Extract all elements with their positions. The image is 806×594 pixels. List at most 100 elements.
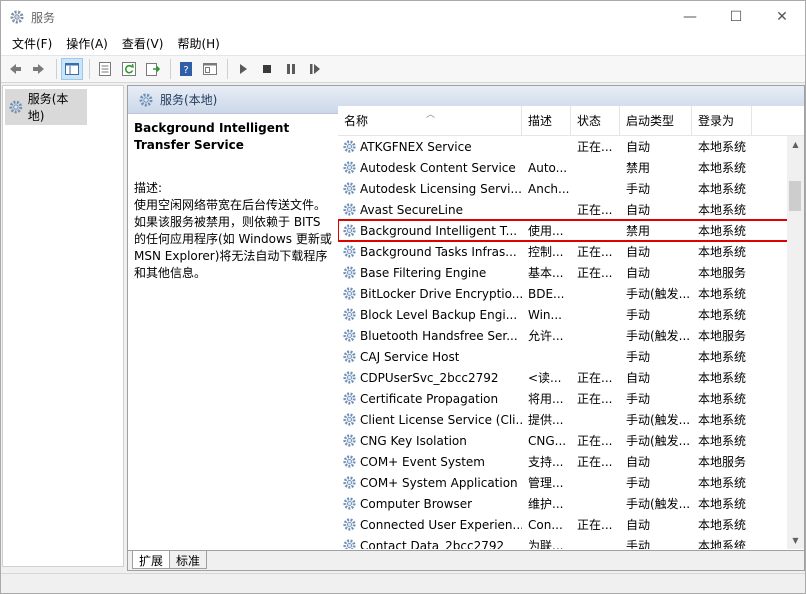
back-button[interactable] xyxy=(4,58,26,80)
service-description: 为联... xyxy=(528,539,564,549)
service-row[interactable]: CAJ Service Host 手动 本地系统 xyxy=(338,346,798,367)
toolbar-separator xyxy=(56,59,57,79)
service-row[interactable]: Block Level Backup Engi... Win... 手动 本地系统 xyxy=(338,304,798,325)
service-row[interactable]: COM+ System Application 管理... 手动 本地系统 xyxy=(338,472,798,493)
service-name: CNG Key Isolation xyxy=(360,433,467,448)
forward-button[interactable] xyxy=(28,58,50,80)
service-row[interactable]: ATKGFNEX Service 正在... 自动 本地系统 xyxy=(338,136,798,157)
menu-action[interactable]: 操作(A) xyxy=(59,33,115,55)
service-name-cell: Background Intelligent T... xyxy=(338,223,522,238)
service-description-panel: Background Intelligent Transfer Service … xyxy=(134,120,336,282)
maximize-button[interactable]: ☐ xyxy=(713,1,759,33)
service-gear-icon xyxy=(342,496,357,511)
service-status: 正在... xyxy=(577,455,613,469)
svg-text:?: ? xyxy=(183,65,188,76)
vertical-scrollbar[interactable]: ▲ ▼ xyxy=(787,136,804,549)
minimize-button[interactable]: — xyxy=(667,1,713,33)
service-name: Autodesk Licensing Servi... xyxy=(360,181,522,196)
column-header-description[interactable]: 描述 xyxy=(522,106,571,135)
stop-service-button[interactable] xyxy=(256,58,278,80)
close-button[interactable]: ✕ xyxy=(759,1,805,33)
refresh-button[interactable] xyxy=(118,58,140,80)
service-status: 正在... xyxy=(577,518,613,532)
service-row[interactable]: Contact Data_2bcc2792 为联... 手动 本地系统 xyxy=(338,535,798,549)
menu-view[interactable]: 查看(V) xyxy=(115,33,171,55)
column-header-startup-type[interactable]: 启动类型 xyxy=(620,106,692,135)
service-startup-type: 手动 xyxy=(626,350,651,364)
column-header-status[interactable]: 状态 xyxy=(571,106,620,135)
service-row[interactable]: Background Intelligent T... 使用... 禁用 本地系统 xyxy=(338,219,799,242)
service-name-cell: Autodesk Licensing Servi... xyxy=(338,181,522,196)
service-gear-icon xyxy=(342,433,357,448)
scrollbar-thumb[interactable] xyxy=(789,181,801,211)
service-row[interactable]: Connected User Experien... Con... 正在... 自动 本… xyxy=(338,514,798,535)
show-console-tree-button[interactable] xyxy=(61,58,83,80)
help-button[interactable]: ? xyxy=(175,58,197,80)
selected-service-title: Background Intelligent Transfer Service xyxy=(134,121,290,152)
window-controls: — ☐ ✕ xyxy=(667,1,805,33)
service-row[interactable]: Avast SecureLine 正在... 自动 本地系统 xyxy=(338,199,798,220)
service-description: 将用... xyxy=(528,392,564,406)
service-row[interactable]: Autodesk Content Service Auto... 禁用 本地系统 xyxy=(338,157,798,178)
forward-arrow-icon xyxy=(33,64,44,74)
service-row[interactable]: Bluetooth Handsfree Ser... 允许... 手动(触发... 本… xyxy=(338,325,798,346)
service-logon-as: 本地服务 xyxy=(698,266,747,280)
service-startup-type: 手动(触发... xyxy=(626,434,691,448)
export-list-icon xyxy=(146,63,161,76)
export-list-button[interactable] xyxy=(142,58,164,80)
service-gear-icon xyxy=(342,307,357,322)
service-logon-as: 本地系统 xyxy=(698,182,747,196)
column-header-logon-as[interactable]: 登录为 xyxy=(692,106,752,135)
list-header: ︿ 名称 描述 状态 启动类型 登录为 xyxy=(338,106,804,136)
service-gear-icon xyxy=(342,244,357,259)
service-row[interactable]: Computer Browser 维护... 手动(触发... 本地系统 xyxy=(338,493,798,514)
service-row[interactable]: COM+ Event System 支持... 正在... 自动 本地服务 xyxy=(338,451,798,472)
service-row[interactable]: CDPUserSvc_2bcc2792 <读... 正在... 自动 本地系统 xyxy=(338,367,798,388)
service-row[interactable]: Certificate Propagation 将用... 正在... 手动 本地系统 xyxy=(338,388,798,409)
service-status: 正在... xyxy=(577,203,613,217)
tab-standard[interactable]: 标准 xyxy=(169,551,208,569)
service-gear-icon xyxy=(342,412,357,427)
help-icon: ? xyxy=(180,62,192,76)
service-name: ATKGFNEX Service xyxy=(360,139,472,154)
description-text: 使用空闲网络带宽在后台传送文件。如果该服务被禁用，则依赖于 BITS 的任何应用… xyxy=(134,198,332,280)
service-row[interactable]: Client License Service (Cli... 提供... 手动(触发… xyxy=(338,409,798,430)
service-name: Avast SecureLine xyxy=(360,202,463,217)
service-name-cell: BitLocker Drive Encryptio... xyxy=(338,286,522,301)
service-name-cell: Contact Data_2bcc2792 xyxy=(338,538,522,549)
service-row[interactable]: Autodesk Licensing Servi... Anch... 手动 本地系统 xyxy=(338,178,798,199)
service-row[interactable]: Background Tasks Infras... 控制... 正在... 自动 本地… xyxy=(338,241,798,262)
menu-help[interactable]: 帮助(H) xyxy=(170,33,226,55)
console-tree: 服务(本地) xyxy=(2,85,124,567)
service-row[interactable]: Base Filtering Engine 基本... 正在... 自动 本地服务 xyxy=(338,262,798,283)
service-status: 正在... xyxy=(577,140,613,154)
service-logon-as: 本地系统 xyxy=(698,140,747,154)
tab-extended[interactable]: 扩展 xyxy=(132,551,171,569)
properties-button[interactable] xyxy=(94,58,116,80)
pause-service-button[interactable] xyxy=(280,58,302,80)
service-name-cell: Block Level Backup Engi... xyxy=(338,307,522,322)
service-logon-as: 本地系统 xyxy=(698,413,747,427)
service-name-cell: COM+ System Application xyxy=(338,475,522,490)
service-description: <读... xyxy=(528,371,562,385)
menu-file[interactable]: 文件(F) xyxy=(5,33,59,55)
service-logon-as: 本地系统 xyxy=(698,224,747,238)
tree-item-services-local[interactable]: 服务(本地) xyxy=(5,89,87,125)
service-row[interactable]: BitLocker Drive Encryptio... BDE... 手动(触发.… xyxy=(338,283,798,304)
service-startup-type: 自动 xyxy=(626,455,651,469)
service-description: 管理... xyxy=(528,476,564,490)
service-name-cell: Autodesk Content Service xyxy=(338,160,522,175)
refresh-icon xyxy=(122,62,136,76)
pane-header-title: 服务(本地) xyxy=(160,93,218,107)
restart-service-button[interactable] xyxy=(304,58,326,80)
service-gear-icon xyxy=(342,265,357,280)
service-description: 支持... xyxy=(528,455,564,469)
scroll-up-icon[interactable]: ▲ xyxy=(787,136,804,153)
column-header-name[interactable]: ︿ 名称 xyxy=(338,106,522,135)
view-button[interactable] xyxy=(199,58,221,80)
service-name: CDPUserSvc_2bcc2792 xyxy=(360,370,499,385)
start-service-button[interactable] xyxy=(232,58,254,80)
service-row[interactable]: CNG Key Isolation CNG... 正在... 手动(触发... 本地系统 xyxy=(338,430,798,451)
service-startup-type: 手动(触发... xyxy=(626,413,691,427)
scroll-down-icon[interactable]: ▼ xyxy=(787,532,804,549)
